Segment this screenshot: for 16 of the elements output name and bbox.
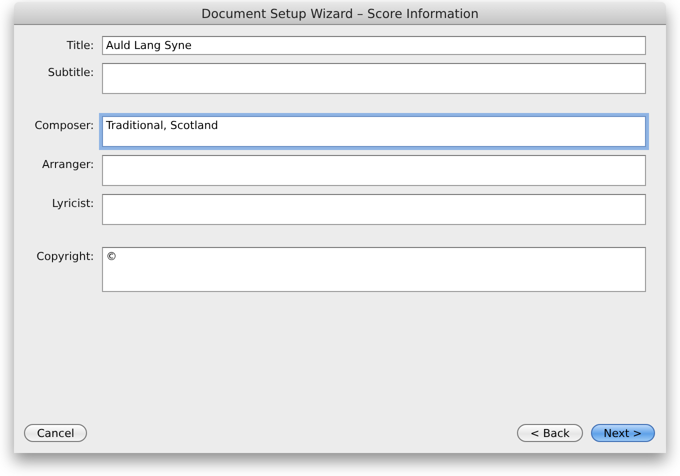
window-title: Document Setup Wizard – Score Information [201,6,479,20]
text-field[interactable] [102,194,646,225]
field-label: Subtitle: [46,65,94,79]
field-label: Title: [66,38,94,52]
wizard-button[interactable]: < Back [517,424,583,442]
text-field[interactable] [102,63,646,94]
text-field[interactable]: Auld Lang Syne [102,36,646,55]
cancel-button[interactable]: Cancel [24,424,88,442]
text-field[interactable] [102,155,646,186]
text-field[interactable]: © [102,247,646,292]
field-label: Composer: [34,118,94,132]
field-label: Arranger: [41,157,94,171]
wizard-button[interactable]: Next > [590,424,655,442]
field-label: Lyricist: [50,196,94,210]
field-label: Copyright: [36,249,94,263]
text-field[interactable]: Traditional, Scotland [102,116,646,147]
